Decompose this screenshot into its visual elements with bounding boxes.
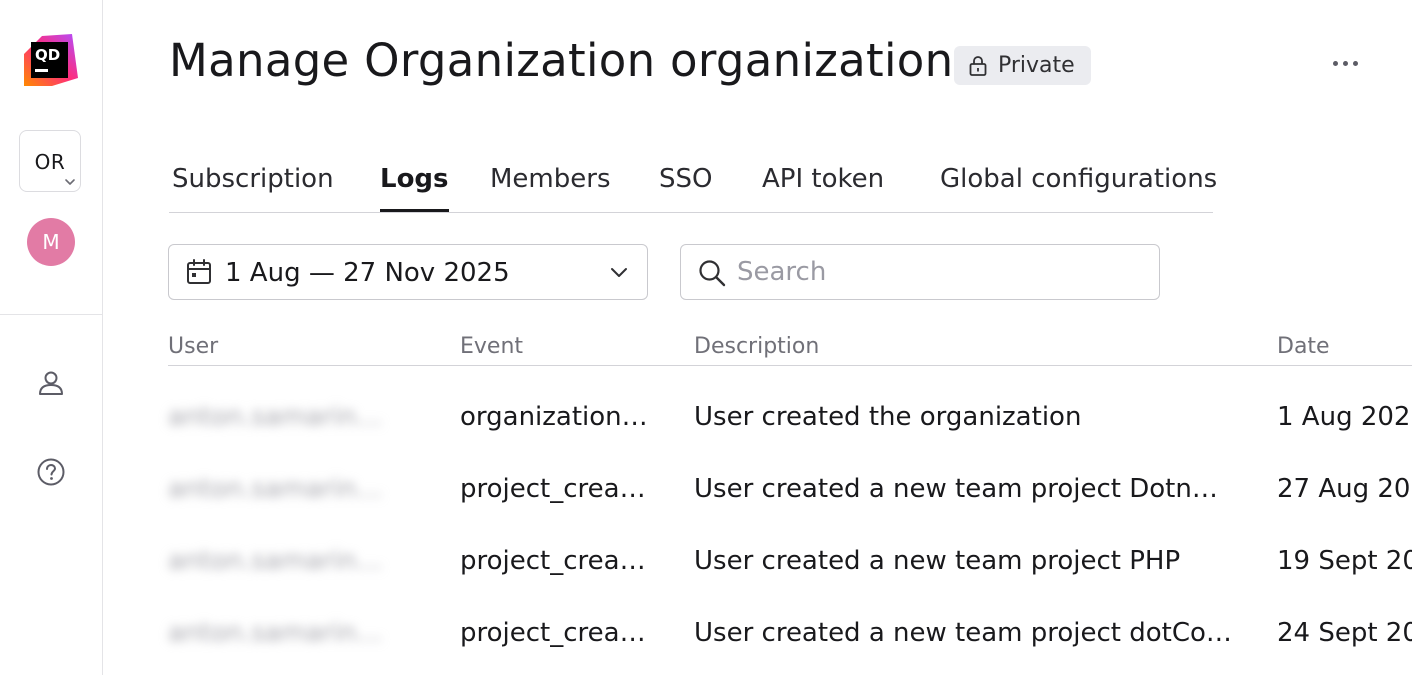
cell-description: User created the organization [694, 402, 1082, 432]
sidebar-divider [0, 314, 102, 315]
visibility-badge: Private [954, 46, 1091, 85]
page-title: Manage Organization organization [169, 34, 954, 87]
help-icon[interactable] [36, 457, 66, 487]
cell-description: User created a new team project dotCov… [694, 618, 1232, 648]
tab-subscription[interactable]: Subscription [172, 164, 334, 210]
tab-api-token[interactable]: API token [762, 164, 884, 210]
search-field [680, 244, 1160, 300]
organization-switcher[interactable]: OR [19, 130, 81, 192]
logo-text: QD [35, 46, 60, 64]
date-range-picker[interactable]: 1 Aug — 27 Nov 2025 [168, 244, 648, 300]
tab-bar: Subscription Logs Members SSO API token … [169, 160, 1217, 213]
search-input[interactable] [737, 253, 1137, 291]
avatar-initial: M [42, 230, 60, 254]
qodana-logo[interactable]: QD [22, 32, 80, 88]
more-options-button[interactable] [1322, 48, 1368, 78]
cell-date: 1 Aug 2025 [1277, 402, 1412, 432]
tab-members[interactable]: Members [490, 164, 611, 210]
cell-user: anton.samarin@jb... [168, 474, 408, 504]
cell-user: anton.samarin@jb... [168, 546, 408, 576]
app-root: QD OR M Manage Organization organization [0, 0, 1412, 675]
table-row[interactable]: anton.samarin@jb... organization… User c… [168, 384, 1412, 456]
cell-event: project_crea… [460, 474, 646, 504]
cell-event: project_crea… [460, 546, 646, 576]
chevron-down-icon [611, 268, 627, 277]
date-range-value: 1 Aug — 27 Nov 2025 [225, 258, 510, 288]
cell-event: project_crea… [460, 618, 646, 648]
cell-description: User created a new team project Dotnet… [694, 474, 1232, 504]
organization-switcher-label: OR [34, 150, 66, 174]
cell-user: anton.samarin@jb... [168, 618, 408, 648]
user-icon[interactable] [36, 368, 66, 398]
visibility-badge-label: Private [998, 53, 1075, 78]
calendar-icon [187, 259, 211, 284]
table-row[interactable]: anton.samarin@jb... project_crea… User c… [168, 456, 1412, 528]
table-header: User Event Description Date [168, 334, 1412, 366]
column-header-user[interactable]: User [168, 334, 218, 359]
cell-date: 24 Sept 2025 [1277, 618, 1412, 648]
sidebar: QD OR M [0, 0, 103, 675]
tab-logs[interactable]: Logs [380, 164, 449, 212]
cell-date: 27 Aug 2025 [1277, 474, 1412, 504]
tab-global-configurations[interactable]: Global configurations [940, 164, 1217, 210]
lock-icon [969, 55, 987, 76]
more-dots-icon [1332, 60, 1338, 66]
table-row[interactable]: anton.samarin@jb... project_crea… User c… [168, 600, 1412, 672]
avatar[interactable]: M [27, 218, 75, 266]
column-header-description[interactable]: Description [694, 334, 819, 359]
cell-user: anton.samarin@jb... [168, 402, 408, 432]
column-header-event[interactable]: Event [460, 334, 523, 359]
more-dot [1352, 60, 1358, 66]
table-row[interactable]: anton.samarin@jb... project_crea… User c… [168, 528, 1412, 600]
cell-description: User created a new team project PHP [694, 546, 1181, 576]
search-icon [699, 260, 726, 287]
column-header-date[interactable]: Date [1277, 334, 1330, 359]
cell-date: 19 Sept 2025 [1277, 546, 1412, 576]
log-table-body: anton.samarin@jb... organization… User c… [168, 384, 1412, 672]
more-dot [1342, 60, 1348, 66]
chevron-down-icon [65, 179, 75, 185]
cell-event: organization… [460, 402, 648, 432]
tab-sso[interactable]: SSO [659, 164, 712, 210]
